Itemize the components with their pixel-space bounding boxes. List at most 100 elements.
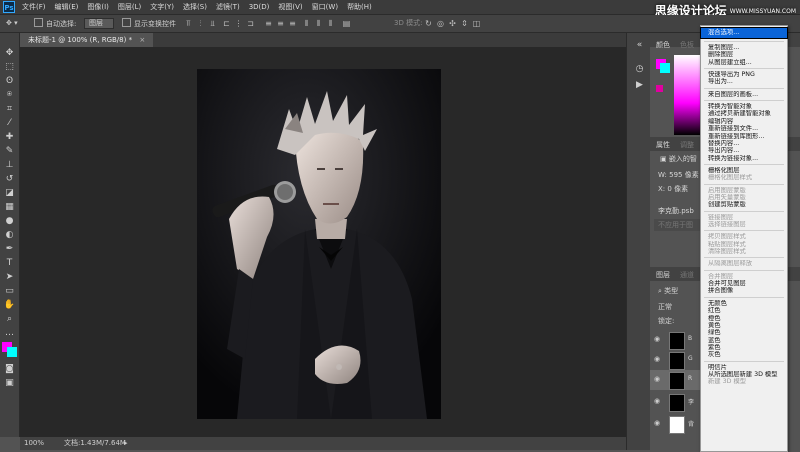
history-panel-icon[interactable]: ◷ <box>633 63 646 75</box>
screen-mode-icon[interactable]: ▣ <box>3 377 16 389</box>
align-right-icon[interactable]: ⊐ <box>246 19 255 28</box>
context-menu-item[interactable]: 混合选项... <box>700 27 788 39</box>
layer-kind-filter[interactable]: ⌕ 类型 <box>654 285 682 297</box>
shape-tool-icon[interactable]: ▭ <box>3 285 16 297</box>
3d-scale-icon[interactable]: ◫ <box>472 19 481 28</box>
zoom-level[interactable]: 100% <box>24 437 44 450</box>
x-value[interactable]: 0 像素 <box>667 185 688 193</box>
align-top-icon[interactable]: ⫪ <box>184 19 193 28</box>
document-image[interactable] <box>197 69 441 419</box>
gradient-tool-icon[interactable]: ▦ <box>3 201 16 213</box>
distribute-right-icon[interactable]: ⦀ <box>326 19 335 28</box>
quick-mask-icon[interactable]: ◙ <box>3 363 16 375</box>
context-menu-item[interactable]: 栅格化图层 <box>701 167 787 174</box>
layer-row[interactable]: ◉ G <box>650 350 700 370</box>
context-menu-item[interactable]: 紫色 <box>701 344 787 351</box>
align-left-icon[interactable]: ⊏ <box>222 19 231 28</box>
context-menu-item[interactable]: 无颜色 <box>701 300 787 307</box>
context-menu-item[interactable]: 编辑内容 <box>701 118 787 125</box>
crop-tool-icon[interactable]: ⌗ <box>3 103 16 115</box>
hand-tool-icon[interactable]: ✋ <box>3 299 16 311</box>
context-menu-item[interactable]: 绿色 <box>701 329 787 336</box>
context-menu-item[interactable]: 重新链接到文件... <box>701 125 787 132</box>
align-hcenter-icon[interactable]: ⋮ <box>234 19 243 28</box>
context-menu-item[interactable]: 通过拷贝新建智能对象 <box>701 110 787 117</box>
3d-drag-icon[interactable]: ✣ <box>448 19 457 28</box>
visibility-eye-icon[interactable]: ◉ <box>654 356 662 363</box>
eyedropper-tool-icon[interactable]: ⁄ <box>3 117 16 129</box>
layer-row[interactable]: ◉ R <box>650 370 700 390</box>
context-menu-item[interactable]: 删除图层 <box>701 51 787 58</box>
document-tab[interactable]: 未标题-1 @ 100% (R, RGB/8) * × <box>20 33 154 47</box>
quick-select-tool-icon[interactable]: ⍟ <box>3 89 16 101</box>
pen-tool-icon[interactable]: ✒ <box>3 243 16 255</box>
status-arrow-icon[interactable]: ▸ <box>124 437 128 450</box>
3d-slide-icon[interactable]: ⇕ <box>460 19 469 28</box>
context-menu-item[interactable]: 灰色 <box>701 351 787 358</box>
brush-tool-icon[interactable]: ✎ <box>3 145 16 157</box>
3d-rotate-icon[interactable]: ↻ <box>424 19 433 28</box>
collapse-panels-icon[interactable]: « <box>633 39 646 51</box>
eraser-tool-icon[interactable]: ◪ <box>3 187 16 199</box>
3d-roll-icon[interactable]: ◎ <box>436 19 445 28</box>
clone-stamp-tool-icon[interactable]: ⊥ <box>3 159 16 171</box>
context-menu-item[interactable]: 导出内容... <box>701 147 787 154</box>
marquee-tool-icon[interactable]: ⬚ <box>3 61 16 73</box>
context-menu-item[interactable]: 蓝色 <box>701 337 787 344</box>
distribute-top-icon[interactable]: ≡ <box>264 19 273 28</box>
menu-item[interactable]: 滤镜(T) <box>216 0 240 14</box>
layer-row[interactable]: ◉ 李 <box>650 392 700 412</box>
menu-item[interactable]: 文字(Y) <box>150 0 174 14</box>
panel-background-swatch[interactable] <box>660 63 670 73</box>
context-menu-item[interactable]: 来自图层的画板... <box>701 91 787 98</box>
color-field[interactable] <box>674 55 700 135</box>
context-menu-item[interactable]: 明信片 <box>701 364 787 371</box>
context-menu-item[interactable]: 拼合图像 <box>701 287 787 294</box>
menu-item[interactable]: 文件(F) <box>22 0 46 14</box>
align-bottom-icon[interactable]: ⫫ <box>208 19 217 28</box>
swatches-tab[interactable]: 色板 <box>676 39 698 51</box>
layers-tab[interactable]: 图层 <box>652 269 674 281</box>
context-menu-item[interactable]: 创建剪贴蒙版 <box>701 201 787 208</box>
context-menu-item[interactable]: 从图层建立组... <box>701 59 787 66</box>
auto-select-dropdown[interactable]: 图层 <box>84 18 114 29</box>
history-brush-tool-icon[interactable]: ↺ <box>3 173 16 185</box>
healing-brush-tool-icon[interactable]: ✚ <box>3 131 16 143</box>
visibility-eye-icon[interactable]: ◉ <box>654 398 662 405</box>
not-applied-field[interactable]: 不应用于图 <box>654 219 704 231</box>
context-menu-item[interactable]: 红色 <box>701 307 787 314</box>
lasso-tool-icon[interactable]: ʘ <box>3 75 16 87</box>
context-menu-item[interactable]: 从所选图层新建 3D 模型 <box>701 371 787 378</box>
menu-item[interactable]: 帮助(H) <box>347 0 372 14</box>
blend-mode-select[interactable]: 正常 <box>654 301 676 313</box>
context-menu-item[interactable]: 合并可见图层 <box>701 280 787 287</box>
menu-item[interactable]: 3D(D) <box>249 0 270 14</box>
dodge-tool-icon[interactable]: ◐ <box>3 229 16 241</box>
menu-item[interactable]: 窗口(W) <box>312 0 338 14</box>
close-tab-icon[interactable]: × <box>139 36 145 44</box>
more-tools-icon[interactable]: … <box>3 327 16 339</box>
menu-item[interactable]: 选择(S) <box>183 0 207 14</box>
menu-item[interactable]: 图层(L) <box>118 0 141 14</box>
menu-item[interactable]: 视图(V) <box>278 0 302 14</box>
align-vcenter-icon[interactable]: ⫶ <box>196 19 205 28</box>
visibility-eye-icon[interactable]: ◉ <box>654 420 662 427</box>
context-menu-item[interactable]: 快速导出为 PNG <box>701 71 787 78</box>
context-menu-item[interactable]: 黄色 <box>701 322 787 329</box>
actions-panel-icon[interactable]: ▶ <box>633 79 646 91</box>
menu-item[interactable]: 图像(I) <box>87 0 109 14</box>
context-menu-item[interactable]: 导出为... <box>701 78 787 85</box>
type-tool-icon[interactable]: T <box>3 257 16 269</box>
distribute-hcenter-icon[interactable]: ⦀ <box>314 19 323 28</box>
blur-tool-icon[interactable]: ● <box>3 215 16 227</box>
path-select-tool-icon[interactable]: ➤ <box>3 271 16 283</box>
context-menu-item[interactable]: 替换内容... <box>701 140 787 147</box>
menu-item[interactable]: 编辑(E) <box>55 0 79 14</box>
context-menu-item[interactable]: 转换为智能对象 <box>701 103 787 110</box>
distribute-left-icon[interactable]: ⦀ <box>302 19 311 28</box>
context-menu-item[interactable]: 橙色 <box>701 315 787 322</box>
distribute-vcenter-icon[interactable]: ≡ <box>276 19 285 28</box>
visibility-eye-icon[interactable]: ◉ <box>654 376 662 383</box>
properties-tab[interactable]: 属性 <box>652 139 674 151</box>
auto-align-icon[interactable]: ▤ <box>342 19 351 28</box>
